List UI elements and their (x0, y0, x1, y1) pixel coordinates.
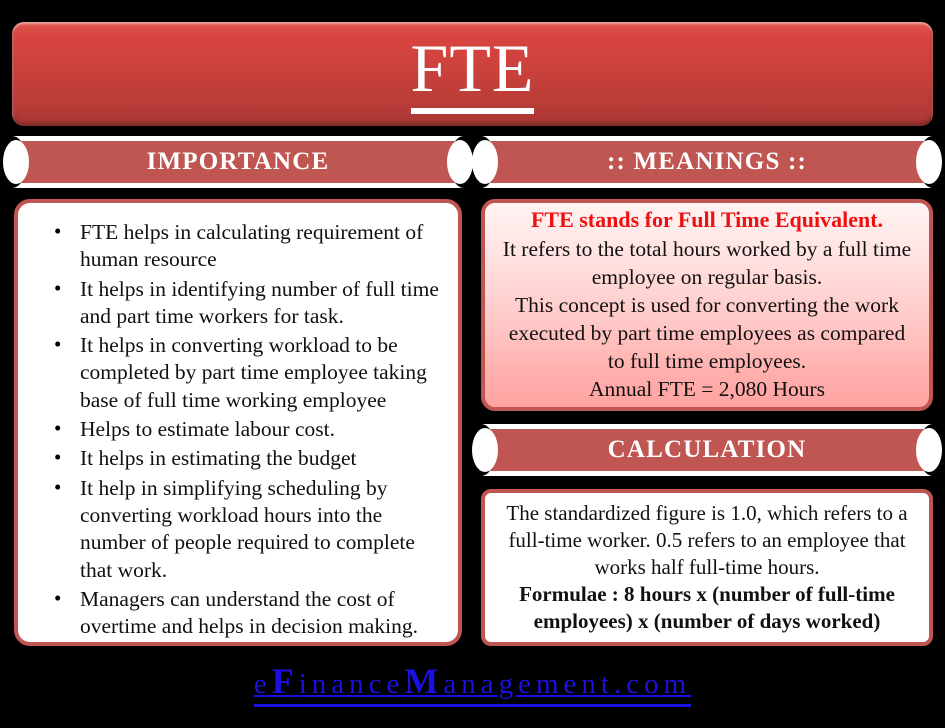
brand-text-cap1: F (271, 661, 299, 701)
importance-bullet-item: FTE helps in calculating requirement of … (28, 218, 444, 274)
ribbon-inner-notch-left (472, 140, 498, 184)
importance-bullet-item: It help in simplifying scheduling by con… (28, 474, 444, 584)
meanings-line: It refers to the total hours worked by a… (502, 236, 912, 289)
meanings-body: It refers to the total hours worked by a… (499, 236, 915, 404)
importance-bullet-list: FTE helps in calculating requirement of … (28, 218, 444, 641)
section-title-meanings: :: MEANINGS :: (606, 148, 808, 175)
ribbon-inner-notch-left (3, 140, 29, 184)
ribbon-inner-notch-left (472, 428, 498, 472)
meanings-heading: FTE stands for Full Time Equivalent. (530, 207, 884, 233)
title-banner: FTE (12, 22, 933, 126)
section-title-importance: IMPORTANCE (146, 148, 330, 175)
footer: eFinanceManagement.com (0, 660, 945, 707)
section-header-calculation: CALCULATION (466, 424, 945, 476)
importance-bullet-item: It helps in converting workload to be co… (28, 331, 444, 414)
importance-bullet-item: Managers can understand the cost of over… (28, 585, 444, 641)
section-header-importance: IMPORTANCE (0, 136, 479, 188)
brand-text-part3: anagement.com (443, 668, 692, 700)
importance-bullet-item: Helps to estimate labour cost. (28, 415, 444, 443)
ribbon-inner-notch-right (916, 428, 942, 472)
section-header-meanings: :: MEANINGS :: (466, 136, 945, 188)
importance-bullet-item: It helps in estimating the budget (28, 444, 444, 472)
calculation-card: The standardized figure is 1.0, which re… (481, 489, 933, 646)
ribbon-inner-notch-right (447, 140, 473, 184)
section-title-calculation: CALCULATION (607, 436, 807, 463)
brand-text-part2: inance (298, 668, 405, 700)
calculation-description: The standardized figure is 1.0, which re… (506, 501, 908, 580)
brand-text-cap2: M (404, 661, 444, 701)
calculation-formula: Formulae : 8 hours x (number of full-tim… (519, 581, 895, 633)
brand-text-part1: e (253, 668, 272, 700)
importance-bullet-item: It helps in identifying number of full t… (28, 275, 444, 331)
meanings-card: FTE stands for Full Time Equivalent. It … (481, 199, 933, 411)
ribbon-inner-notch-right (916, 140, 942, 184)
meanings-line: Annual FTE = 2,080 Hours (588, 376, 826, 401)
meanings-line: This concept is used for converting the … (508, 292, 906, 373)
importance-card: FTE helps in calculating requirement of … (14, 199, 462, 646)
site-brand-link[interactable]: eFinanceManagement.com (253, 660, 692, 707)
page-title: FTE (410, 34, 535, 114)
